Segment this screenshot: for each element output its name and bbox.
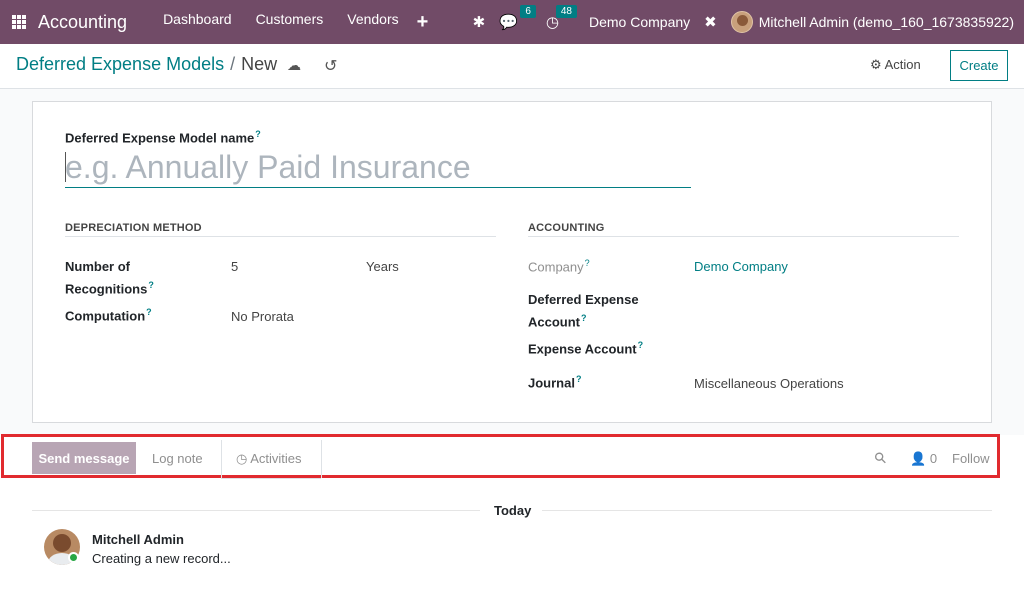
divider [32,510,480,511]
help-icon[interactable]: ? [581,313,587,323]
form-sheet: Deferred Expense Model name? e.g. Annual… [32,101,992,423]
model-name-input[interactable]: e.g. Annually Paid Insurance [65,146,691,188]
menu-dashboard[interactable]: Dashboard [151,11,244,34]
divider [321,440,322,478]
company-switcher[interactable]: Demo Company [589,14,690,30]
clock-icon[interactable]: ◷ 48 [546,5,577,31]
gear-icon: ⚙ [870,57,882,72]
chatter-highlight-box [1,434,1000,478]
accounting-section-title: ACCOUNTING [528,222,605,234]
app-brand[interactable]: Accounting [38,12,127,33]
online-status-icon [68,552,79,563]
divider [542,510,992,511]
add-menu-icon[interactable]: + [411,11,435,34]
help-icon[interactable]: ? [146,307,152,317]
computation-label: Computation? [65,307,152,324]
chat-icon[interactable]: 💬 6 [499,5,536,31]
name-label: Deferred Expense Model name? [65,129,261,146]
section-divider [65,236,496,237]
apps-grid-icon[interactable] [12,15,26,29]
help-icon[interactable]: ? [576,374,582,384]
control-panel: Deferred Expense Models / New ☁ ↺ ⚙ Acti… [0,44,1024,89]
create-button[interactable]: Create [950,50,1008,81]
computation-value[interactable]: No Prorata [231,309,294,324]
bug-icon[interactable]: ✱ [473,13,486,31]
divider [221,478,321,479]
followers-button[interactable]: 👤 0 [910,451,937,467]
breadcrumb: Deferred Expense Models / New [16,54,277,75]
company-value[interactable]: Demo Company [694,259,788,274]
help-icon[interactable]: ? [255,129,261,139]
activities-badge: 48 [555,5,577,18]
follow-button[interactable]: Follow [952,451,990,466]
user-name: Mitchell Admin (demo_160_1673835922) [758,14,1014,30]
send-message-button[interactable]: Send message [32,442,136,474]
menu-customers[interactable]: Customers [244,11,336,34]
breadcrumb-parent[interactable]: Deferred Expense Models [16,54,224,75]
journal-value[interactable]: Miscellaneous Operations [694,376,844,391]
activities-button[interactable]: ◷ Activities [236,451,302,467]
user-menu[interactable]: Mitchell Admin (demo_160_1673835922) [730,11,1014,33]
deferred-account-label: Deferred Expense Account? [528,292,639,330]
main-menu: Dashboard Customers Vendors + [151,11,434,34]
menu-vendors[interactable]: Vendors [335,11,410,34]
breadcrumb-current: New [241,54,278,74]
user-icon: 👤 [910,451,927,466]
tools-icon[interactable]: ✖ [704,13,717,31]
expense-account-label: Expense Account? [528,340,644,357]
depreciation-section-title: DEPRECIATION METHOD [65,222,202,234]
top-navbar: Accounting Dashboard Customers Vendors +… [0,0,1024,44]
action-label: Action [884,57,921,72]
journal-label: Journal? [528,374,582,391]
date-separator: Today [494,503,532,518]
breadcrumb-separator: / [230,54,236,74]
log-note-button[interactable]: Log note [152,451,203,466]
navbar-systray: ✱ 💬 6 ◷ 48 Demo Company ✖ Mitchell Admin (… [473,0,1014,44]
recognitions-value[interactable]: 5 [231,259,238,274]
help-icon[interactable]: ? [585,258,590,268]
messages-badge: 6 [520,5,536,18]
discard-undo-icon[interactable]: ↺ [324,56,337,76]
message-body: Creating a new record... [92,551,231,566]
action-button[interactable]: ⚙ Action [870,57,921,73]
company-label: Company? [528,258,590,275]
user-avatar [730,11,753,33]
recognitions-unit: Years [366,259,399,274]
help-icon[interactable]: ? [638,340,644,350]
recognitions-label: Number of Recognitions? [65,259,154,297]
divider [221,440,222,478]
section-divider [528,236,959,237]
save-cloud-icon[interactable]: ☁ [287,57,301,74]
help-icon[interactable]: ? [148,280,154,290]
message-author[interactable]: Mitchell Admin [92,532,184,547]
clock-icon: ◷ [236,451,248,466]
